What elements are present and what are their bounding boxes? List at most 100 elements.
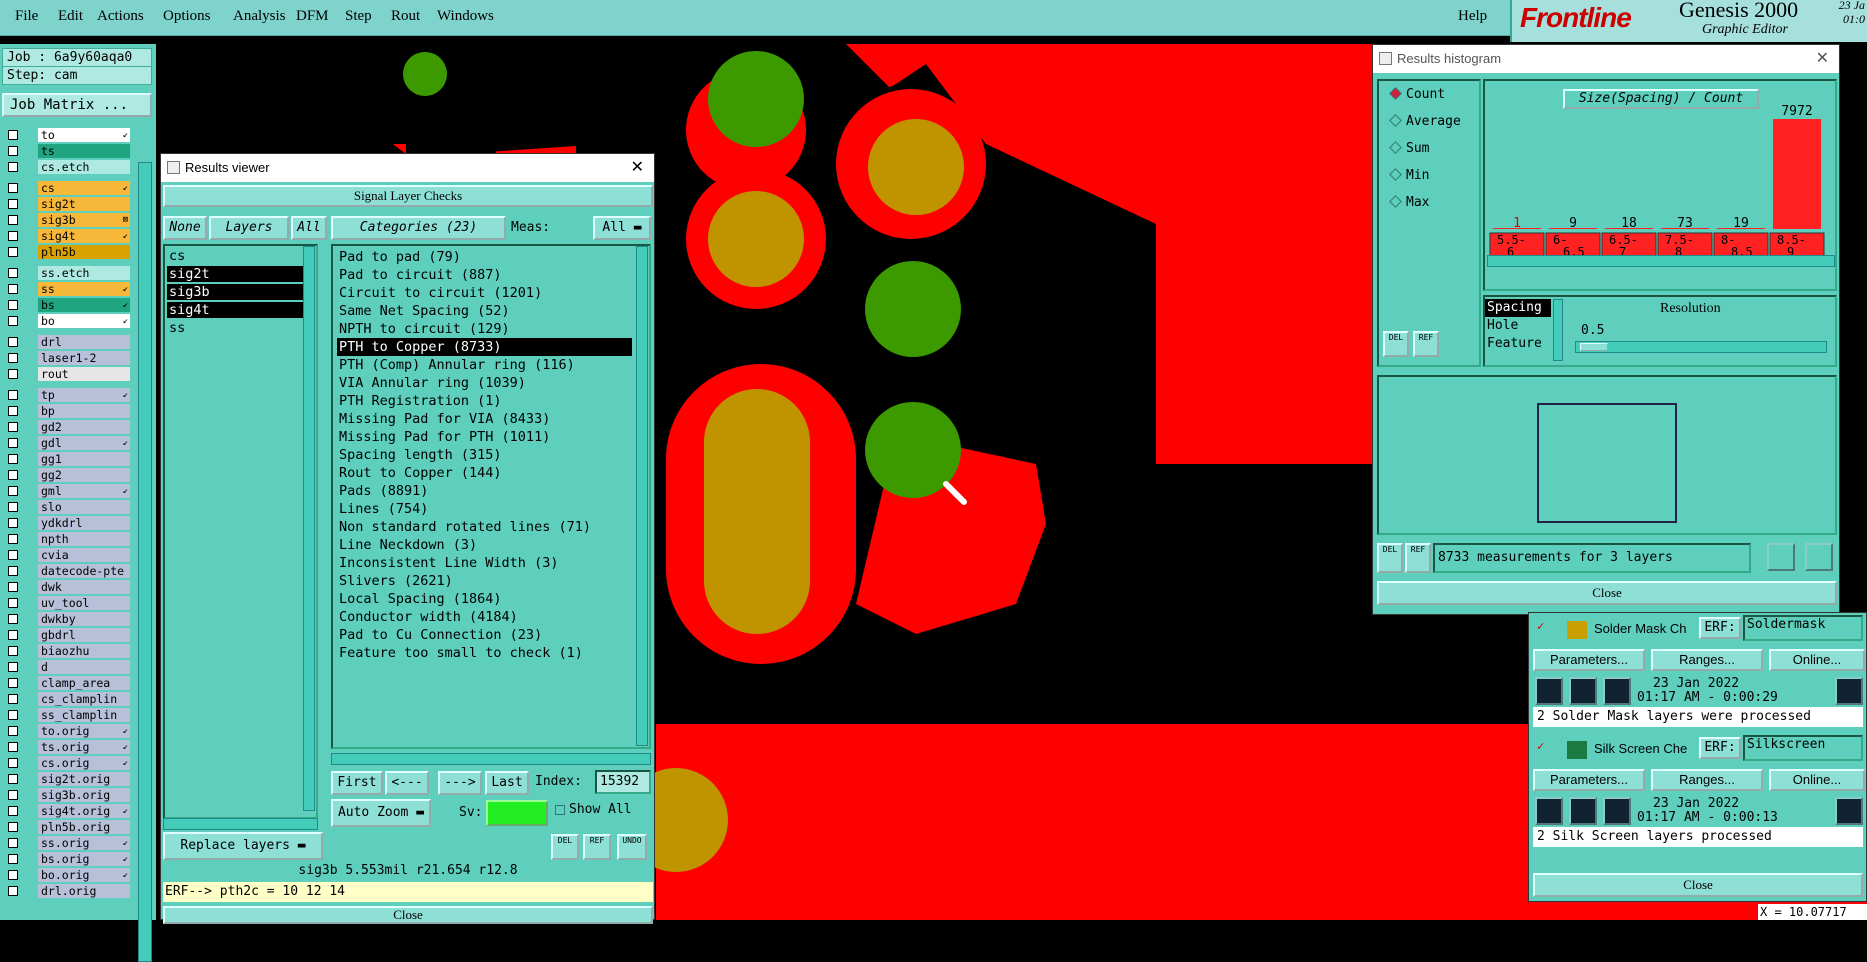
layer-display-toggle[interactable] [22,267,35,279]
category-item[interactable]: Conductor width (4184) [337,608,632,626]
index-field[interactable]: 15392 [595,770,651,794]
layer-display-toggle[interactable] [22,368,35,380]
histogram-bar[interactable] [1773,119,1821,229]
layer-checkbox[interactable] [8,550,18,560]
layer-display-toggle[interactable] [22,549,35,561]
layer-checkbox[interactable] [8,470,18,480]
menu-options[interactable]: Options [163,8,211,25]
layer-row[interactable]: sig3b ⊠ [8,213,130,227]
layer-checkbox[interactable] [8,316,18,326]
layer-row[interactable]: ss.etch [8,266,130,280]
layer-checkbox[interactable] [8,886,18,896]
layer-row[interactable]: cs.orig ↙ [8,756,130,770]
layer-row[interactable]: ts [8,144,130,158]
layer-display-toggle[interactable] [22,214,35,226]
layer-display-toggle[interactable] [22,629,35,641]
layer-display-toggle[interactable] [22,533,35,545]
categories-button[interactable]: Categories (23) [331,216,506,240]
meas-select[interactable]: All ▬ [593,216,651,240]
menu-dfm[interactable]: DFM [296,8,329,25]
layer-display-toggle[interactable] [22,437,35,449]
layer-checkbox[interactable] [8,518,18,528]
category-item[interactable]: Missing Pad for PTH (1011) [337,428,632,446]
layer-checkbox[interactable] [8,774,18,784]
category-item[interactable]: Inconsistent Line Width (3) [337,554,632,572]
category-item[interactable]: Local Spacing (1864) [337,590,632,608]
radio-sum[interactable]: Sum [1389,141,1429,156]
layer-row[interactable]: gg2 [8,468,130,482]
menu-help[interactable]: Help [1458,8,1487,25]
layer-checkbox[interactable] [8,614,18,624]
close-icon[interactable]: ✕ [1816,45,1829,73]
layer-row[interactable]: rout [8,367,130,381]
layer-display-toggle[interactable] [22,145,35,157]
layer-display-toggle[interactable] [22,821,35,833]
layer-row[interactable]: sig4t.orig ↙ [8,804,130,818]
sv-color-select[interactable] [486,800,548,826]
layer-checkbox[interactable] [8,758,18,768]
slider-handle[interactable] [1580,343,1608,351]
run-check-icon[interactable] [1603,677,1631,705]
category-item[interactable]: Rout to Copper (144) [337,464,632,482]
layer-checkbox[interactable] [8,694,18,704]
layer-row[interactable]: gdl ↙ [8,436,130,450]
categories-hscrollbar[interactable] [331,753,651,765]
layer-list-hscrollbar[interactable] [163,818,318,830]
category-item[interactable]: Circuit to circuit (1201) [337,284,632,302]
layer-checkbox[interactable] [8,369,18,379]
layer-row[interactable]: bp [8,404,130,418]
category-item[interactable]: Spacing length (315) [337,446,632,464]
layer-row[interactable]: ydkdrl [8,516,130,530]
layer-checkbox[interactable] [8,646,18,656]
solder-ranges-button[interactable]: Ranges... [1651,649,1763,671]
menu-actions[interactable]: Actions [97,8,144,25]
layer-checkbox[interactable] [8,870,18,880]
all-button[interactable]: All [291,216,327,240]
solder-parameters-button[interactable]: Parameters... [1533,649,1645,671]
layer-display-toggle[interactable] [22,853,35,865]
menu-rout[interactable]: Rout [391,8,420,25]
auto-zoom-select[interactable]: Auto Zoom ▬ [331,799,431,827]
layer-checkbox[interactable] [8,215,18,225]
layer-checkbox[interactable] [8,146,18,156]
layer-row[interactable]: to.orig ↙ [8,724,130,738]
layer-display-toggle[interactable] [22,869,35,881]
zoom-icon[interactable] [1835,797,1863,825]
category-item[interactable]: Missing Pad for VIA (8433) [337,410,632,428]
histogram-scrollbar[interactable] [1487,255,1835,267]
hist-ref-button[interactable]: REF [1413,331,1439,357]
run-check-icon[interactable] [1535,797,1563,825]
layer-row[interactable]: cs ↙ [8,181,130,195]
layer-display-toggle[interactable] [22,645,35,657]
layer-row[interactable]: gg1 [8,452,130,466]
layer-row[interactable]: pln5b [8,245,130,259]
layer-row[interactable]: gd2 [8,420,130,434]
layer-display-toggle[interactable] [22,182,35,194]
layer-row[interactable]: ts.orig ↙ [8,740,130,754]
layer-row[interactable]: dwk [8,580,130,594]
radio-count[interactable]: Count [1389,87,1445,102]
silk-parameters-button[interactable]: Parameters... [1533,769,1645,791]
layer-display-toggle[interactable] [22,469,35,481]
job-matrix-button[interactable]: Job Matrix ... [2,93,152,117]
layer-row[interactable]: bs.orig ↙ [8,852,130,866]
category-item[interactable]: Non standard rotated lines (71) [337,518,632,536]
layer-checkbox[interactable] [8,247,18,257]
run-check-icon[interactable] [1569,677,1597,705]
layers-button[interactable]: Layers [209,216,289,240]
silk-ranges-button[interactable]: Ranges... [1651,769,1763,791]
layer-row[interactable]: ss.orig ↙ [8,836,130,850]
layer-checkbox[interactable] [8,422,18,432]
layer-row[interactable]: sig2t [8,197,130,211]
measure-scrollbar[interactable] [1553,299,1563,361]
first-button[interactable]: First [331,771,383,795]
layer-display-toggle[interactable] [22,741,35,753]
run-check-icon[interactable] [1535,677,1563,705]
category-item[interactable]: Pads (8891) [337,482,632,500]
menu-edit[interactable]: Edit [58,8,83,25]
layer-checkbox[interactable] [8,854,18,864]
solder-online-button[interactable]: Online... [1769,649,1865,671]
layer-checkbox[interactable] [8,199,18,209]
layer-row[interactable]: dwkby [8,612,130,626]
layer-display-toggle[interactable] [22,246,35,258]
